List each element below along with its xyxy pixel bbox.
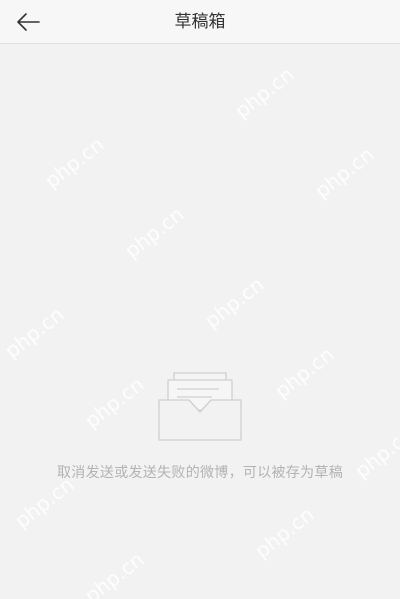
watermark-layer: php.cn php.cn php.cn php.cn php.cn php.c… xyxy=(0,44,400,599)
page-title: 草稿箱 xyxy=(174,12,226,32)
back-button[interactable] xyxy=(0,0,56,44)
watermark-text: php.cn xyxy=(40,132,109,193)
arrow-left-icon xyxy=(17,13,40,31)
empty-message: 取消发送或发送失败的微博，可以被存为草稿 xyxy=(57,465,343,481)
watermark-text: php.cn xyxy=(80,547,149,599)
watermark-text: php.cn xyxy=(250,502,319,563)
inbox-tray-icon xyxy=(158,372,242,441)
watermark-text: php.cn xyxy=(200,272,269,333)
watermark-text: php.cn xyxy=(0,302,69,363)
watermark-text: php.cn xyxy=(120,202,189,263)
watermark-text: php.cn xyxy=(230,62,299,123)
drafts-content: php.cn php.cn php.cn php.cn php.cn php.c… xyxy=(0,44,400,599)
navigation-bar: 草稿箱 xyxy=(0,0,400,44)
watermark-text: php.cn xyxy=(310,142,379,203)
empty-state: 取消发送或发送失败的微博，可以被存为草稿 xyxy=(0,370,400,482)
